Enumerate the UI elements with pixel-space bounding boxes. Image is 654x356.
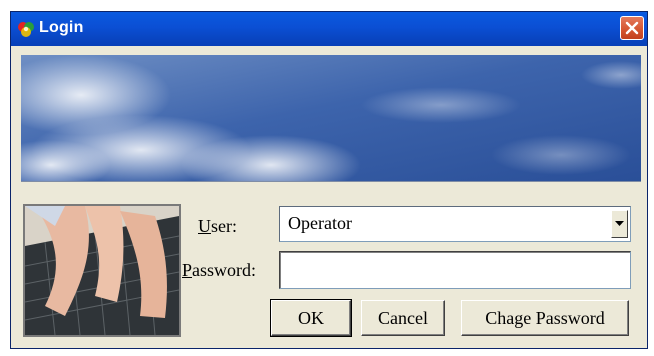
login-dialog: Login User: Operator Password: OK Cancel… bbox=[10, 11, 648, 349]
login-form: User: Operator Password: OK Cancel Chage… bbox=[11, 192, 647, 350]
keyboard-typing-image bbox=[23, 204, 181, 337]
password-field[interactable] bbox=[279, 251, 631, 289]
sky-banner-image bbox=[21, 55, 641, 182]
user-select-value: Operator bbox=[288, 213, 352, 233]
password-label: Password: bbox=[182, 260, 257, 280]
user-label: User: bbox=[198, 216, 237, 236]
ok-button[interactable]: OK bbox=[270, 299, 352, 337]
app-logo-icon bbox=[18, 22, 34, 37]
close-button[interactable] bbox=[620, 16, 644, 40]
title-bar[interactable]: Login bbox=[11, 12, 647, 46]
close-icon bbox=[625, 21, 639, 35]
user-dropdown-button[interactable] bbox=[611, 210, 628, 238]
window-title: Login bbox=[39, 19, 84, 36]
change-password-button[interactable]: Chage Password bbox=[461, 300, 629, 336]
cancel-button[interactable]: Cancel bbox=[361, 300, 445, 336]
chevron-down-icon bbox=[615, 221, 624, 226]
user-select[interactable]: Operator bbox=[279, 206, 631, 242]
